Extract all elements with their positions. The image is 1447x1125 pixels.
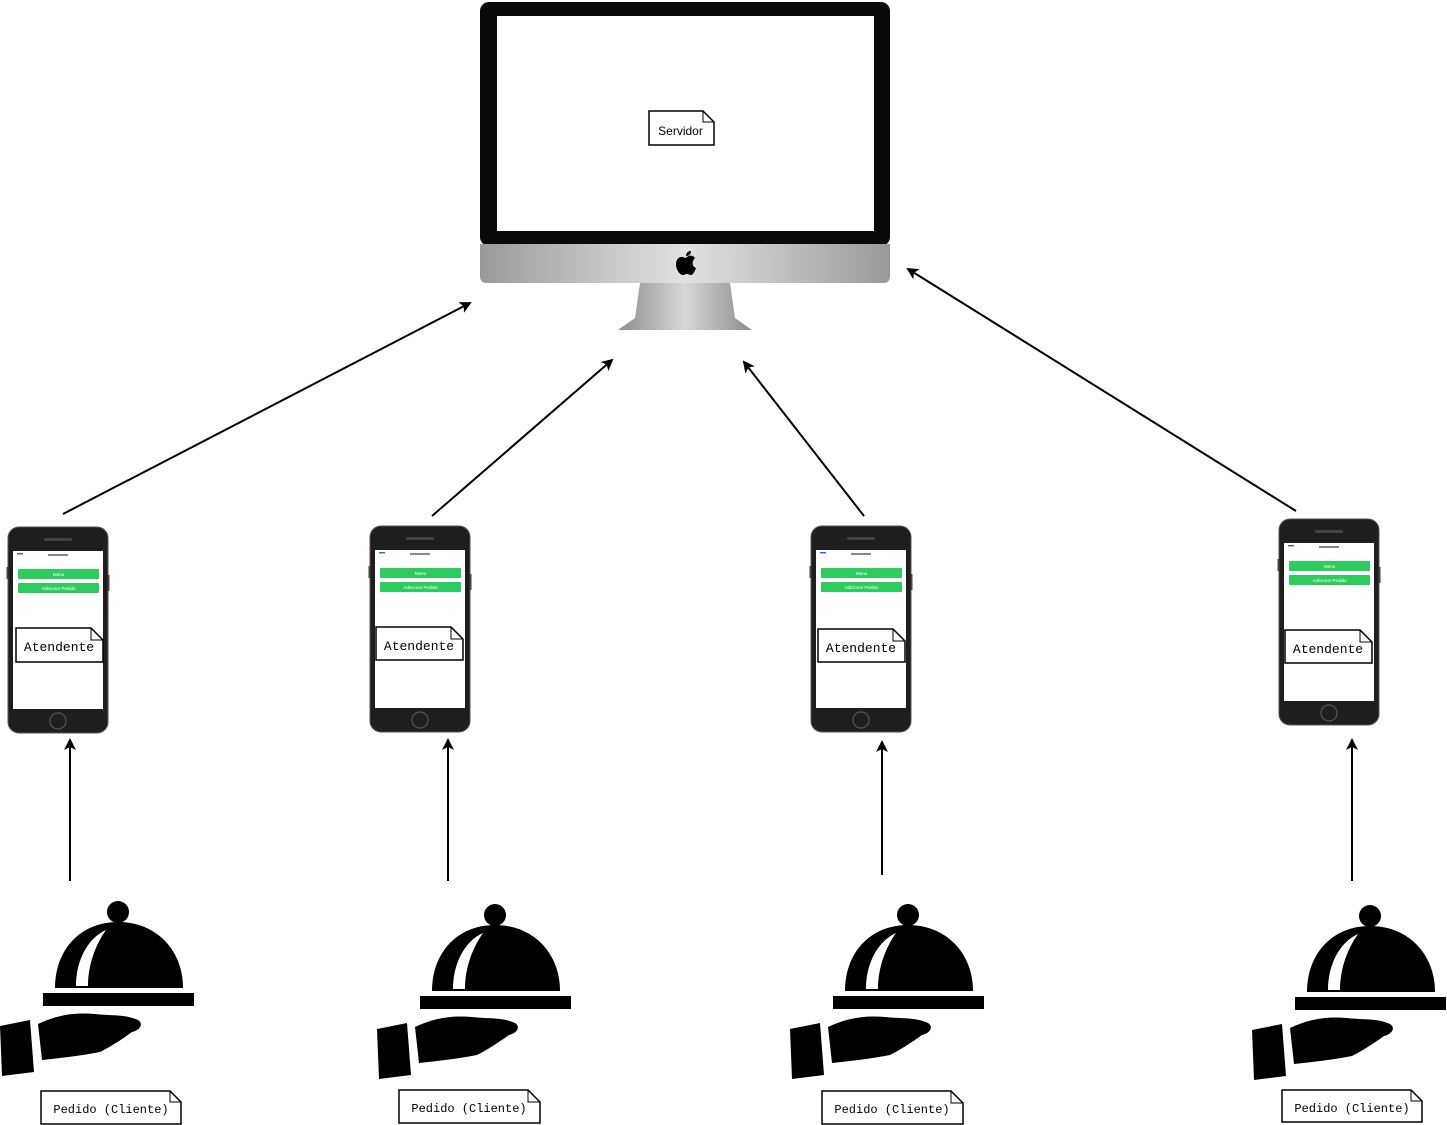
pedido-label: Pedido (Cliente) (834, 1103, 949, 1117)
pedido-label-note: Pedido (Cliente) (398, 1089, 541, 1124)
atendente-label-note: Atendente (375, 626, 464, 661)
menu-button-label: Menu (856, 571, 868, 576)
add-order-button-label: Adicionar Pedido (403, 585, 438, 590)
back-icon (820, 552, 826, 554)
client-pedido-2: Pedido (Cliente) (377, 904, 571, 1124)
atendente-label-note: Atendente (817, 628, 906, 663)
atendente-label: Atendente (24, 640, 94, 655)
pedido-label: Pedido (Cliente) (1294, 1102, 1409, 1116)
architecture-diagram: Servidor Menu Adicionar Pedido Atendente (0, 2, 1446, 1125)
menu-button-label: Menu (53, 572, 65, 577)
atendente-label-note: Atendente (1284, 629, 1373, 664)
back-icon (1288, 545, 1294, 547)
add-order-button-label: Adicionar Pedido (1312, 578, 1347, 583)
client-pedido-4: Pedido (Cliente) (1252, 905, 1446, 1123)
serving-cloche-hand-icon (790, 904, 984, 1079)
add-order-button-label: Adicionar Pedido (41, 586, 76, 591)
arrow-phone2-to-server (431, 358, 614, 517)
server-label-note: Servidor (648, 110, 715, 146)
client-pedido-1: Pedido (Cliente) (0, 901, 194, 1125)
back-icon (17, 553, 23, 555)
phone-atendente-1: Menu Adicionar Pedido Atendente (6, 526, 110, 734)
pedido-label-note: Pedido (Cliente) (1281, 1089, 1423, 1123)
phone-atendente-3: Menu Adicionar Pedido Atendente (809, 525, 913, 733)
monitor-stand (618, 283, 752, 330)
screen-title (410, 553, 430, 555)
add-order-button-label: Adicionar Pedido (844, 585, 879, 590)
serving-cloche-hand-icon (0, 901, 194, 1076)
screen-title (48, 554, 68, 556)
server-monitor: Servidor (480, 2, 890, 330)
atendente-label: Atendente (826, 641, 896, 656)
menu-button-label: Menu (1324, 564, 1336, 569)
serving-cloche-hand-icon (1252, 905, 1446, 1080)
connections (62, 267, 1358, 881)
pedido-label: Pedido (Cliente) (53, 1103, 168, 1117)
pedido-label: Pedido (Cliente) (411, 1102, 526, 1116)
atendente-label: Atendente (384, 639, 454, 654)
arrow-phone4-to-server (906, 267, 1297, 512)
phone-atendente-4: Menu Adicionar Pedido Atendente (1277, 518, 1381, 726)
server-label: Servidor (658, 124, 703, 138)
client-pedido-3: Pedido (Cliente) (790, 904, 984, 1125)
screen-title (1319, 546, 1339, 548)
atendente-label-note: Atendente (15, 627, 104, 663)
phone-atendente-2: Menu Adicionar Pedido Atendente (368, 525, 472, 733)
pedido-label-note: Pedido (Cliente) (40, 1090, 182, 1125)
back-icon (379, 552, 385, 554)
pedido-label-note: Pedido (Cliente) (821, 1090, 964, 1125)
atendente-label: Atendente (1293, 642, 1363, 657)
menu-button-label: Menu (415, 571, 427, 576)
screen-title (851, 553, 871, 555)
arrow-phone3-to-server (742, 360, 865, 517)
serving-cloche-hand-icon (377, 904, 571, 1079)
arrow-phone1-to-server (62, 302, 472, 515)
